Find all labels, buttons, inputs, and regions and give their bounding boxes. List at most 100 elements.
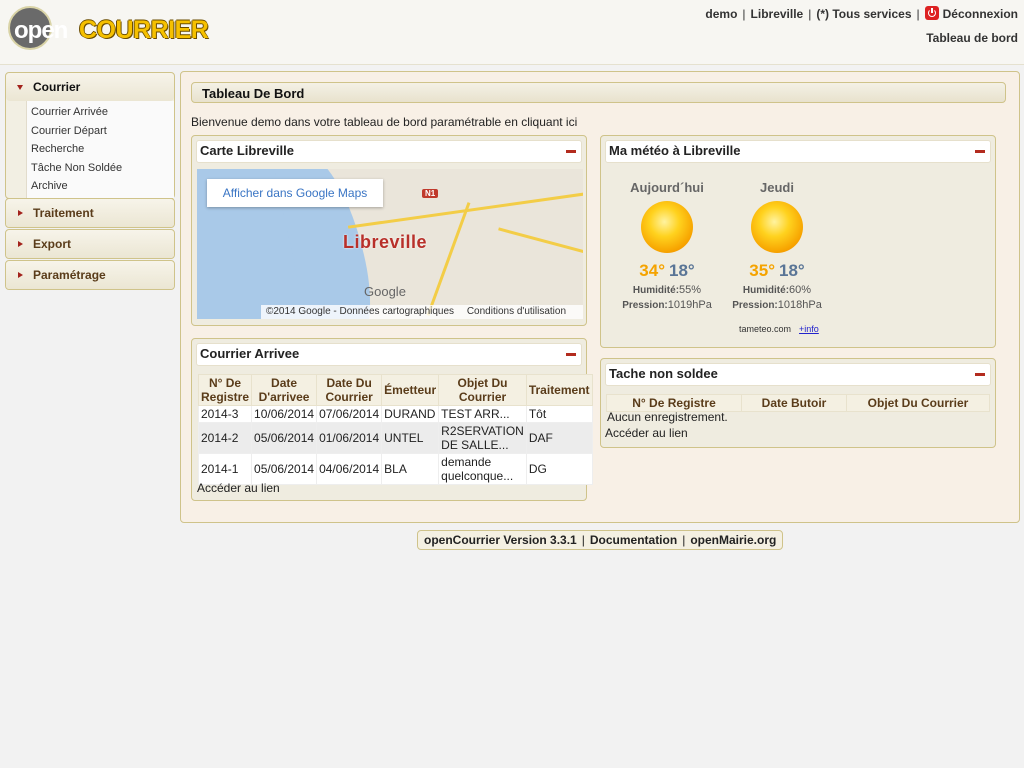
google-logo: Google bbox=[364, 284, 406, 299]
header: open COURRIER demo | Libreville | (*) Tous s… bbox=[0, 0, 1024, 65]
map-road bbox=[426, 202, 471, 316]
widget-courrier-arrivee: Courrier Arrivee N° De Registre Date D'a… bbox=[191, 338, 593, 501]
widget-title: Carte Libreville bbox=[200, 143, 294, 158]
column-header[interactable]: N° De Registre bbox=[197, 374, 253, 406]
table-cell[interactable]: DAF bbox=[525, 422, 593, 454]
menu-export[interactable]: Export bbox=[5, 229, 175, 259]
weather-day-name: Aujourd´hui bbox=[630, 180, 704, 195]
footer: openCourrier Version 3.3.1 | Documentation… bbox=[417, 530, 784, 550]
footer-openmairie-link[interactable]: openMairie.org bbox=[690, 533, 776, 547]
weather-source-name: tameteo.com bbox=[739, 324, 792, 334]
table-cell[interactable]: UNTEL bbox=[381, 422, 440, 454]
road-badge: N1 bbox=[422, 189, 439, 198]
weather-day-tomorrow: Jeudi 35° 18° Humidité:60% Pression:1018h… bbox=[722, 180, 832, 311]
column-header[interactable]: Objet Du Courrier bbox=[438, 374, 527, 406]
table-row[interactable]: 2014-1 05/06/2014 04/06/2014 BLA demande… bbox=[197, 453, 593, 485]
footer-version[interactable]: openCourrier Version 3.3.1 bbox=[424, 533, 577, 547]
table-cell[interactable]: R2SERVATION DE SALLE... bbox=[438, 422, 527, 454]
table-cell[interactable]: 01/06/2014 bbox=[316, 422, 383, 454]
collapsed-triangle-icon bbox=[18, 241, 23, 247]
menu-head-courrier[interactable]: Courrier bbox=[6, 73, 174, 101]
menu-traitement[interactable]: Traitement bbox=[5, 198, 175, 228]
column-header[interactable]: Émetteur bbox=[381, 374, 440, 406]
dashboard-panel: Tableau De Bord Bienvenue demo dans votr… bbox=[180, 71, 1020, 523]
map-city-label: Libreville bbox=[343, 232, 428, 252]
table-cell[interactable]: DG bbox=[525, 453, 593, 485]
menu-item-recherche[interactable]: Recherche bbox=[27, 140, 174, 159]
collapsed-triangle-icon bbox=[18, 210, 23, 216]
menu-label-courrier: Courrier bbox=[33, 80, 81, 94]
collectivite-link[interactable]: Libreville bbox=[751, 7, 804, 21]
pressure-label: Pression: bbox=[622, 300, 668, 311]
widget-title: Ma météo à Libreville bbox=[609, 143, 741, 158]
widget-header: Carte Libreville bbox=[196, 140, 582, 163]
table-header-row: N° De Registre Date Butoir Objet Du Cour… bbox=[606, 394, 990, 412]
menu-item-archive[interactable]: Archive bbox=[27, 177, 174, 196]
open-google-maps-button[interactable]: Afficher dans Google Maps bbox=[207, 179, 383, 207]
column-header[interactable]: Traitement bbox=[525, 374, 593, 406]
table-row[interactable]: 2014-2 05/06/2014 01/06/2014 UNTEL R2SER… bbox=[197, 422, 593, 454]
temperatures: 35° 18° bbox=[722, 261, 832, 281]
table-row[interactable]: 2014-3 10/06/2014 07/06/2014 DURAND TEST… bbox=[197, 405, 593, 423]
column-header[interactable]: Date Du Courrier bbox=[316, 374, 383, 406]
table-cell[interactable]: 04/06/2014 bbox=[316, 453, 383, 485]
menu-courrier: Courrier Courrier Arrivée Courrier Dépar… bbox=[5, 72, 175, 199]
humidity-value: 60% bbox=[789, 284, 812, 296]
collapse-minus-icon[interactable] bbox=[975, 150, 985, 153]
temp-max: 35° bbox=[749, 261, 775, 280]
map-copyright: ©2014 Google - Données cartographiques bbox=[266, 306, 455, 317]
temp-min: 18° bbox=[669, 261, 695, 280]
courrier-arrivee-link[interactable]: Accéder au lien bbox=[197, 481, 280, 495]
menu-item-courrier-arrivee[interactable]: Courrier Arrivée bbox=[27, 103, 174, 122]
weather-more-info-link[interactable]: +info bbox=[799, 324, 819, 334]
table-cell[interactable]: TEST ARR... bbox=[438, 405, 527, 423]
column-header[interactable]: Date Butoir bbox=[741, 394, 847, 412]
services-link[interactable]: (*) Tous services bbox=[816, 7, 911, 21]
widget-title: Courrier Arrivee bbox=[200, 346, 300, 361]
menu-item-tache-non-soldee[interactable]: Tâche Non Soldée bbox=[27, 159, 174, 178]
column-header[interactable]: Date D'arrivee bbox=[251, 374, 318, 406]
menu-item-courrier-depart[interactable]: Courrier Départ bbox=[27, 122, 174, 141]
menu-head-traitement[interactable]: Traitement bbox=[6, 199, 174, 227]
menu-head-export[interactable]: Export bbox=[6, 230, 174, 258]
widget-carte: Carte Libreville N1 Afficher dans Google… bbox=[191, 135, 587, 326]
table-cell[interactable]: BLA bbox=[381, 453, 440, 485]
map-terms-link[interactable]: Conditions d'utilisation bbox=[467, 306, 566, 317]
footer-documentation-link[interactable]: Documentation bbox=[590, 533, 677, 547]
pressure-value: 1018hPa bbox=[777, 299, 822, 311]
table-cell[interactable]: 2014-2 bbox=[197, 422, 253, 454]
empty-message: Aucun enregistrement. bbox=[607, 410, 728, 424]
map-footer: ©2014 Google - Données cartographiques C… bbox=[261, 305, 583, 319]
user-link[interactable]: demo bbox=[705, 7, 737, 21]
column-header[interactable]: N° De Registre bbox=[606, 394, 742, 412]
pressure-label: Pression: bbox=[732, 300, 778, 311]
table-cell[interactable]: demande quelconque... bbox=[438, 453, 527, 485]
column-header[interactable]: Objet Du Courrier bbox=[846, 394, 990, 412]
table-cell[interactable]: 2014-1 bbox=[197, 453, 253, 485]
google-map[interactable]: N1 Afficher dans Google Maps Libreville … bbox=[197, 169, 583, 319]
sun-icon bbox=[744, 194, 810, 260]
table-cell[interactable]: 07/06/2014 bbox=[316, 405, 383, 423]
humidity-label: Humidité: bbox=[742, 285, 790, 296]
logout-link[interactable]: Déconnexion bbox=[943, 7, 1018, 21]
humidity-label: Humidité: bbox=[632, 285, 680, 296]
collapse-minus-icon[interactable] bbox=[566, 150, 576, 153]
temp-max: 34° bbox=[639, 261, 665, 280]
welcome-text[interactable]: Bienvenue demo dans votre tableau de bor… bbox=[191, 115, 577, 129]
table-cell[interactable]: 10/06/2014 bbox=[251, 405, 318, 423]
power-icon[interactable] bbox=[924, 6, 939, 20]
dashboard-link[interactable]: Tableau de bord bbox=[926, 31, 1018, 45]
menu-parametrage[interactable]: Paramétrage bbox=[5, 260, 175, 290]
table-cell[interactable]: DURAND bbox=[381, 405, 440, 423]
collapse-minus-icon[interactable] bbox=[566, 353, 576, 356]
table-cell[interactable]: 05/06/2014 bbox=[251, 422, 318, 454]
tache-link[interactable]: Accéder au lien bbox=[605, 426, 688, 440]
table-cell[interactable]: 05/06/2014 bbox=[251, 453, 318, 485]
table-header-row: N° De Registre Date D'arrivee Date Du Co… bbox=[197, 374, 593, 406]
menu-head-parametrage[interactable]: Paramétrage bbox=[6, 261, 174, 289]
opencourrier-logo[interactable]: open COURRIER bbox=[8, 6, 209, 50]
collapse-minus-icon[interactable] bbox=[975, 373, 985, 376]
table-cell[interactable]: 2014-3 bbox=[197, 405, 253, 423]
map-road bbox=[498, 227, 583, 254]
table-cell[interactable]: Tôt bbox=[525, 405, 593, 423]
